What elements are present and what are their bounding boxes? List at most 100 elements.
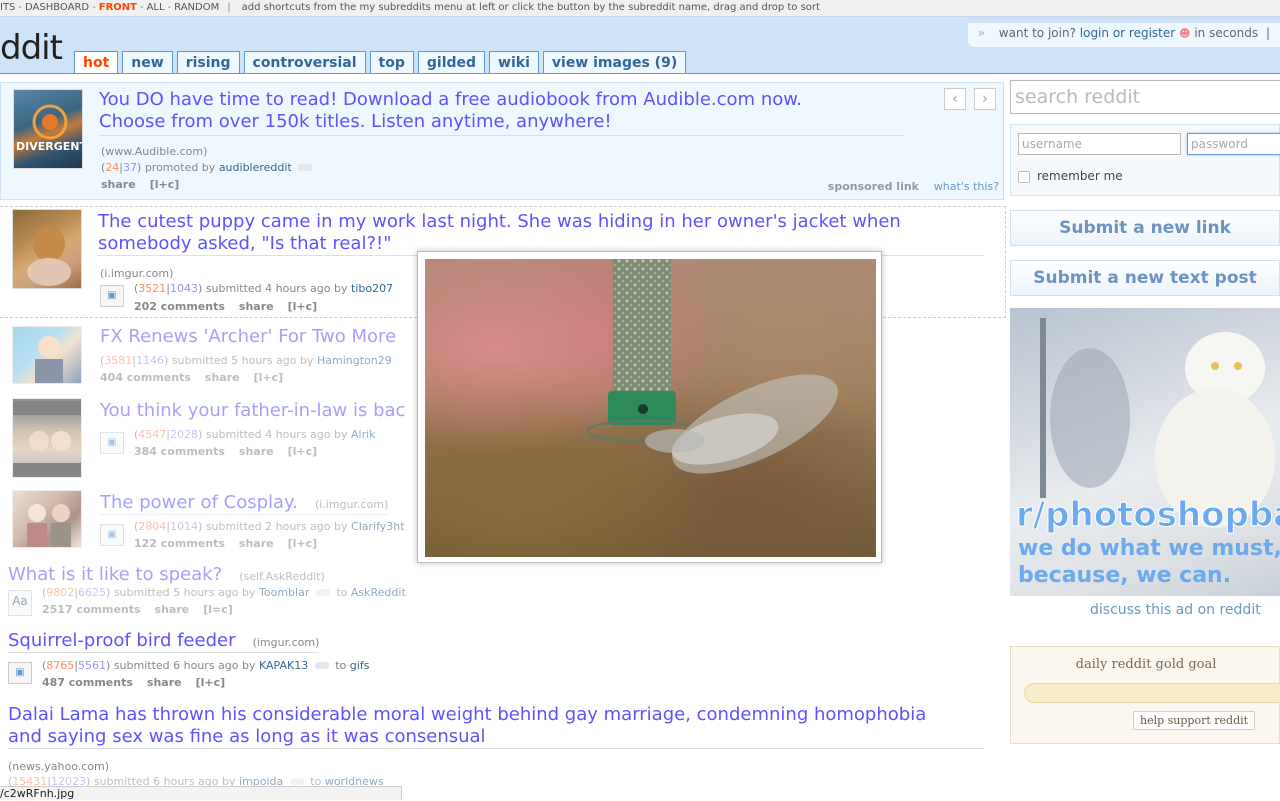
share-link[interactable]: share — [239, 537, 274, 550]
post-title[interactable]: FX Renews 'Archer' For Two More — [100, 326, 396, 348]
share-link[interactable]: share — [205, 371, 240, 384]
author-link[interactable]: Toomblar — [259, 586, 309, 599]
post-tagline: (3581|1146) submitted 5 hours ago by Ham… — [100, 354, 392, 367]
tab-controversial[interactable]: controversial — [243, 51, 366, 73]
post-title-line-2[interactable]: and saying sex was fine as long as it wa… — [8, 726, 984, 748]
comments-link[interactable]: 202 comments — [134, 300, 225, 313]
remember-me-checkbox[interactable] — [1018, 171, 1030, 183]
post-title-text[interactable]: What is it like to speak? — [8, 564, 222, 585]
password-field[interactable]: password — [1187, 133, 1280, 155]
promoted-title[interactable]: You DO have time to read! Download a fre… — [99, 89, 904, 136]
post-domain[interactable]: (imgur.com) — [253, 636, 320, 649]
post-domain[interactable]: (news.yahoo.com) — [8, 760, 109, 773]
author-link[interactable]: Clarify3ht — [351, 520, 405, 533]
post-thumbnail[interactable] — [12, 398, 82, 478]
share-link[interactable]: share — [155, 603, 190, 616]
post-title[interactable]: Dalai Lama has thrown his considerable m… — [8, 704, 984, 749]
search-input[interactable]: search reddit — [1015, 85, 1140, 109]
discuss-ad-link[interactable]: discuss this ad on reddit — [1090, 602, 1261, 618]
ad-headline: r/photoshopbat — [1015, 495, 1280, 535]
tab-new[interactable]: new — [122, 51, 173, 73]
tab-rising[interactable]: rising — [176, 51, 240, 73]
comments-link[interactable]: 404 comments — [100, 371, 191, 384]
post-title-line-1[interactable]: Dalai Lama has thrown his considerable m… — [8, 704, 984, 726]
submit-link-button[interactable]: Submit a new link — [1010, 210, 1280, 246]
whats-this-link[interactable]: what's this? — [934, 180, 999, 193]
post-title[interactable]: Squirrel-proof bird feeder (imgur.com) — [8, 630, 320, 653]
post-domain[interactable]: (i.imgur.com) — [100, 267, 173, 280]
tag-icon — [315, 589, 330, 596]
image-expando-button[interactable]: ▣ — [100, 524, 124, 546]
promoted-domain[interactable]: (www.Audible.com) — [101, 145, 207, 158]
ad-tagline-2: because, we can. — [1018, 563, 1232, 588]
share-link[interactable]: share — [239, 445, 274, 458]
sidebar-ad[interactable]: r/photoshopbat we do what we must, becau… — [1010, 308, 1280, 596]
post-title[interactable]: The power of Cosplay. (i.imgur.com) — [100, 492, 389, 515]
lc-link[interactable]: [l+c] — [150, 178, 180, 191]
lc-link[interactable]: [l+c] — [288, 537, 318, 550]
author-link[interactable]: Alrik — [351, 428, 376, 441]
tab-view-images[interactable]: view images (9) — [542, 51, 687, 73]
lc-link[interactable]: [l+c] — [288, 300, 318, 313]
share-link[interactable]: share — [147, 676, 182, 689]
shortcut-random[interactable]: RANDOM — [174, 2, 219, 13]
submit-text-button[interactable]: Submit a new text post — [1010, 260, 1280, 296]
promoted-thumbnail[interactable]: DIVERGENT — [13, 89, 83, 169]
post-title-text[interactable]: Squirrel-proof bird feeder — [8, 630, 235, 651]
post-title[interactable]: What is it like to speak? (self.AskReddi… — [8, 564, 325, 586]
next-promoted-button[interactable]: › — [974, 88, 996, 110]
subreddit-link[interactable]: gifs — [350, 659, 370, 672]
search-box[interactable]: search reddit — [1010, 80, 1280, 114]
promoted-title-line-1[interactable]: You DO have time to read! Download a fre… — [99, 89, 904, 111]
shortcut-its[interactable]: ITS — [0, 2, 15, 13]
gold-goal-box: daily reddit gold goal help support redd… — [1010, 646, 1280, 744]
post-domain[interactable]: (self.AskReddit) — [239, 570, 325, 583]
author-link[interactable]: Hamington29 — [317, 354, 392, 367]
subreddit-link[interactable]: AskReddit — [351, 586, 406, 599]
author-link[interactable]: tibo207 — [351, 282, 393, 295]
comments-link[interactable]: 2517 comments — [42, 603, 141, 616]
lc-link[interactable]: [l+c] — [196, 676, 226, 689]
author-link[interactable]: audiblereddit — [219, 161, 292, 174]
expand-arrows[interactable]: » — [978, 26, 985, 40]
post-title-line-1[interactable]: The cutest puppy came in my work last ni… — [98, 211, 984, 233]
post-title[interactable]: You think your father-in-law is bac — [100, 400, 405, 422]
text-expando-icon[interactable]: Aa — [8, 590, 32, 616]
help-support-button[interactable]: help support reddit — [1133, 711, 1256, 730]
image-expando-button[interactable]: ▣ — [8, 662, 32, 684]
login-register-link[interactable]: login or register — [1080, 26, 1175, 40]
tab-wiki[interactable]: wiki — [489, 51, 539, 73]
post-thumbnail[interactable] — [12, 326, 82, 384]
author-link[interactable]: KAPAK13 — [259, 659, 308, 672]
share-link[interactable]: share — [239, 300, 274, 313]
shortcut-front[interactable]: FRONT — [99, 2, 137, 13]
comments-link[interactable]: 487 comments — [42, 676, 133, 689]
lc-link[interactable]: [l+c] — [288, 445, 318, 458]
share-link[interactable]: share — [101, 178, 136, 191]
submitted-text: submitted 2 hours ago by — [205, 520, 348, 533]
promoted-title-line-2[interactable]: Choose from over 150k titles. Listen any… — [99, 111, 904, 133]
lc-link[interactable]: [l+c] — [254, 371, 284, 384]
post-thumbnail[interactable] — [12, 490, 82, 548]
comments-link[interactable]: 122 comments — [134, 537, 225, 550]
prev-promoted-button[interactable]: ‹ — [944, 88, 966, 110]
reddit-logo[interactable]: ddit — [0, 31, 63, 65]
comments-link[interactable]: 384 comments — [134, 445, 225, 458]
post-domain[interactable]: (i.imgur.com) — [315, 498, 388, 511]
lc-link[interactable]: [l=c] — [203, 603, 233, 616]
tag-icon — [298, 164, 313, 171]
username-field[interactable]: username — [1018, 133, 1181, 155]
downvote-count: 1014 — [170, 520, 199, 533]
tab-gilded[interactable]: gilded — [417, 51, 486, 73]
tab-top[interactable]: top — [369, 51, 414, 73]
image-expando-button[interactable]: ▣ — [100, 432, 124, 454]
post-title-text[interactable]: The power of Cosplay. — [100, 492, 298, 513]
to-text: to — [335, 659, 347, 672]
image-expando-button[interactable]: ▣ — [100, 285, 124, 307]
shortcut-all[interactable]: ALL — [147, 2, 165, 13]
join-prompt: want to join? — [998, 26, 1076, 40]
tab-hot[interactable]: hot — [74, 51, 119, 73]
post-thumbnail[interactable] — [12, 209, 82, 289]
post-title[interactable]: The cutest puppy came in my work last ni… — [98, 211, 984, 256]
shortcut-dashboard[interactable]: DASHBOARD — [25, 2, 89, 13]
